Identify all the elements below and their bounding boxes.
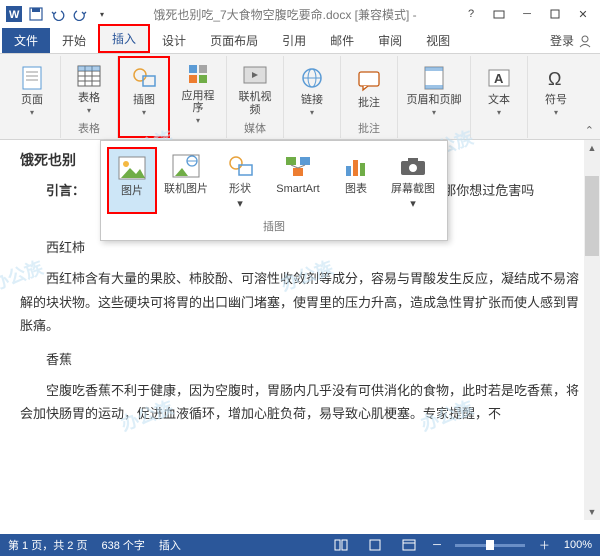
online-picture-icon xyxy=(171,151,201,181)
qat-customize-icon[interactable]: ▾ xyxy=(92,4,112,24)
view-print-button[interactable] xyxy=(365,537,385,553)
group-illustrations: 插图▾ xyxy=(118,56,170,138)
omega-icon: Ω xyxy=(542,64,570,92)
video-icon xyxy=(241,61,269,89)
textbox-icon: A xyxy=(485,64,513,92)
group-links: 链接▾ xyxy=(284,56,341,138)
doc-p1: 西红柿含有大量的果胶、柿胶酚、可溶性收敛剂等成分，容易与胃酸发生反应，凝结成不易… xyxy=(20,267,580,337)
symbols-button[interactable]: Ω 符号▾ xyxy=(534,58,578,123)
group-pages: 页面▾ xyxy=(4,56,61,138)
ribbon-tabs: 文件 开始 插入 设计 页面布局 引用 邮件 审阅 视图 登录 xyxy=(0,28,600,54)
minimize-button[interactable]: ─ xyxy=(514,4,540,24)
headerfooter-icon xyxy=(420,64,448,92)
window-title: 饿死也别吃_7大食物空腹吃要命.docx [兼容模式] - xyxy=(112,6,458,23)
collapse-ribbon-button[interactable]: ⌃ xyxy=(585,124,594,137)
view-web-button[interactable] xyxy=(399,537,419,553)
zoom-out-button[interactable]: ─ xyxy=(433,539,441,551)
group-tables: 表格▾ 表格 xyxy=(61,56,118,138)
camera-icon xyxy=(398,151,428,181)
login-button[interactable]: 登录 xyxy=(542,28,600,53)
scroll-thumb[interactable] xyxy=(585,176,599,256)
links-button[interactable]: 链接▾ xyxy=(290,58,334,123)
group-comments: 批注 批注 xyxy=(341,56,398,138)
tab-file[interactable]: 文件 xyxy=(2,28,50,53)
save-button[interactable] xyxy=(26,4,46,24)
smartart-icon xyxy=(283,151,313,181)
group-apps: 应用程序▾ xyxy=(170,56,227,138)
link-icon xyxy=(298,64,326,92)
comment-button[interactable]: 批注 xyxy=(347,58,391,119)
undo-button[interactable] xyxy=(48,4,68,24)
word-icon: W xyxy=(4,4,24,24)
online-video-button[interactable]: 联机视频 xyxy=(233,58,277,119)
tab-layout[interactable]: 页面布局 xyxy=(198,28,270,53)
svg-text:Ω: Ω xyxy=(548,69,561,89)
title-bar: W ▾ 饿死也别吃_7大食物空腹吃要命.docx [兼容模式] - ? ─ ✕ xyxy=(0,0,600,28)
doc-h2: 香蕉 xyxy=(20,348,580,371)
pages-button[interactable]: 页面▾ xyxy=(10,58,54,123)
table-button[interactable]: 表格▾ xyxy=(67,58,111,119)
tab-view[interactable]: 视图 xyxy=(414,28,462,53)
status-bar: 第 1 页，共 2 页 638 个字 插入 ─ ＋ 100% xyxy=(0,534,600,556)
zoom-in-button[interactable]: ＋ xyxy=(539,537,550,553)
illustrations-button[interactable]: 插图▾ xyxy=(122,58,166,123)
help-button[interactable]: ? xyxy=(458,4,484,24)
table-icon xyxy=(75,62,103,90)
status-mode: 插入 xyxy=(159,537,181,553)
text-button[interactable]: A 文本▾ xyxy=(477,58,521,123)
ribbon: 页面▾ 表格▾ 表格 插图▾ 应用程序▾ xyxy=(0,54,600,140)
chart-icon xyxy=(341,151,371,181)
quick-access-toolbar: W ▾ xyxy=(4,4,112,24)
status-page[interactable]: 第 1 页，共 2 页 xyxy=(8,537,87,553)
maximize-button[interactable] xyxy=(542,4,568,24)
apps-icon xyxy=(184,60,212,88)
status-wordcount[interactable]: 638 个字 xyxy=(101,537,144,553)
scroll-down-icon[interactable]: ▼ xyxy=(585,504,599,520)
ribbon-options-button[interactable] xyxy=(486,4,512,24)
zoom-slider[interactable] xyxy=(455,544,525,547)
illustrations-dropdown: 图片 联机图片 形状▾ SmartArt 图表 屏幕截图▾ 插图 xyxy=(100,140,448,241)
group-headerfooter: 页眉和页脚▾ xyxy=(398,56,471,138)
svg-text:W: W xyxy=(9,9,20,21)
doc-p2: 空腹吃香蕉不利于健康，因为空腹时，胃肠内几乎没有可供消化的食物，此时若是吃香蕉，… xyxy=(20,379,580,426)
screenshot-button[interactable]: 屏幕截图▾ xyxy=(385,147,441,214)
insert-picture-button[interactable]: 图片 xyxy=(107,147,157,214)
shapes-button[interactable]: 形状▾ xyxy=(215,147,265,214)
window-controls: ? ─ ✕ xyxy=(458,4,596,24)
group-symbols: Ω 符号▾ xyxy=(528,56,584,138)
redo-button[interactable] xyxy=(70,4,90,24)
svg-text:A: A xyxy=(494,71,504,86)
close-button[interactable]: ✕ xyxy=(570,4,596,24)
tab-mailings[interactable]: 邮件 xyxy=(318,28,366,53)
chart-button[interactable]: 图表 xyxy=(331,147,381,214)
page-icon xyxy=(18,64,46,92)
tab-review[interactable]: 审阅 xyxy=(366,28,414,53)
comment-icon xyxy=(355,67,383,95)
picture-icon xyxy=(117,153,147,183)
zoom-level[interactable]: 100% xyxy=(564,539,592,551)
smartart-button[interactable]: SmartArt xyxy=(269,147,327,214)
tab-home[interactable]: 开始 xyxy=(50,28,98,53)
tab-insert[interactable]: 插入 xyxy=(98,24,150,53)
headerfooter-button[interactable]: 页眉和页脚▾ xyxy=(404,58,464,123)
shapes-icon xyxy=(225,151,255,181)
vertical-scrollbar[interactable]: ▲ ▼ xyxy=(584,140,600,520)
view-read-button[interactable] xyxy=(331,537,351,553)
scroll-up-icon[interactable]: ▲ xyxy=(585,140,599,156)
tab-design[interactable]: 设计 xyxy=(150,28,198,53)
apps-button[interactable]: 应用程序▾ xyxy=(176,58,220,127)
tab-references[interactable]: 引用 xyxy=(270,28,318,53)
online-pictures-button[interactable]: 联机图片 xyxy=(161,147,211,214)
shapes-group-icon xyxy=(130,64,158,92)
group-text: A 文本▾ xyxy=(471,56,528,138)
group-media: 联机视频 媒体 xyxy=(227,56,284,138)
